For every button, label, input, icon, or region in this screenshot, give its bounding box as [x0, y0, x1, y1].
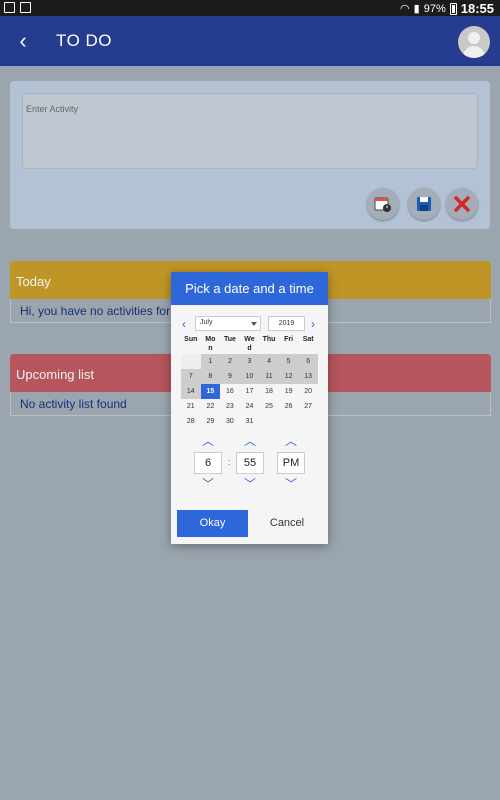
- calendar-empty-cell: [298, 414, 318, 429]
- calendar-day[interactable]: 7: [181, 369, 201, 384]
- app-bar: ‹ TO DO: [0, 16, 500, 66]
- activity-input-placeholder: Enter Activity: [26, 104, 79, 114]
- chevron-down-icon: [251, 322, 257, 326]
- minute-field[interactable]: 55: [236, 452, 264, 474]
- calendar-clock-icon: [374, 197, 391, 212]
- calendar-day[interactable]: 8: [200, 369, 221, 384]
- calendar-week-row: 14 15 16 17 18 19 20: [181, 384, 318, 399]
- calendar-day[interactable]: 21: [181, 399, 201, 414]
- calendar-day[interactable]: 25: [259, 399, 279, 414]
- calendar-week-row: 28 29 30 31: [181, 414, 318, 429]
- battery-icon: [449, 2, 457, 15]
- clock: 18:55: [460, 1, 494, 16]
- calendar-day[interactable]: 30: [220, 414, 240, 429]
- hour-down-icon[interactable]: ﹀: [194, 477, 222, 492]
- calendar-day[interactable]: 1: [200, 354, 221, 369]
- back-arrow-icon[interactable]: ‹: [12, 28, 34, 54]
- dialog-title: Pick a date and a time: [171, 272, 328, 305]
- calendar-day[interactable]: 26: [279, 399, 299, 414]
- month-select[interactable]: July: [195, 316, 261, 331]
- weekday-label: Fri: [284, 336, 294, 343]
- calendar-day[interactable]: 31: [240, 414, 260, 429]
- save-button[interactable]: [408, 188, 440, 220]
- calendar-day[interactable]: 16: [220, 384, 240, 399]
- calendar-day[interactable]: 28: [181, 414, 201, 429]
- next-month-icon[interactable]: ›: [311, 316, 315, 332]
- calendar-day[interactable]: 29: [201, 414, 221, 429]
- calendar-day[interactable]: 12: [278, 369, 299, 384]
- gallery-icon: [20, 2, 31, 13]
- status-bar: ◠ ▮ 97% 18:55: [0, 0, 500, 16]
- signal-icon: ▮: [413, 3, 420, 15]
- calendar-day[interactable]: 13: [298, 369, 318, 384]
- calendar-day[interactable]: 6: [298, 354, 318, 369]
- activity-input[interactable]: Enter Activity: [22, 93, 478, 169]
- date-time-dialog: Pick a date and a time ‹ July 2019 › Sun…: [171, 272, 328, 544]
- schedule-button[interactable]: [367, 188, 399, 220]
- calendar-day[interactable]: 11: [259, 369, 279, 384]
- calendar-day[interactable]: 20: [298, 384, 318, 399]
- calendar-week-row: 21 22 23 24 25 26 27: [181, 399, 318, 414]
- weekday-label: Mo n: [205, 336, 216, 352]
- calendar-day[interactable]: 22: [201, 399, 221, 414]
- prev-month-icon[interactable]: ‹: [182, 316, 186, 332]
- ampm-up-icon[interactable]: ︿: [277, 434, 305, 449]
- ampm-field[interactable]: PM: [277, 452, 305, 474]
- wifi-icon: ◠: [400, 3, 410, 15]
- calendar-day[interactable]: 4: [259, 354, 279, 369]
- calendar-day[interactable]: 14: [181, 384, 201, 399]
- close-icon: [454, 196, 470, 212]
- calendar-day[interactable]: 18: [259, 384, 279, 399]
- hour-column: ︿ 6 ﹀: [194, 434, 222, 492]
- weekday-label: Tue: [223, 336, 236, 343]
- weekday-label: We d: [244, 336, 255, 352]
- activity-entry-card: Enter Activity: [10, 81, 490, 229]
- ampm-column: ︿ PM ﹀: [277, 434, 305, 492]
- weekday-label: Sun: [184, 336, 198, 343]
- month-value: July: [200, 319, 213, 326]
- calendar-empty-cell: [279, 414, 299, 429]
- calendar-grid: Sun Mo n Tue We d Thu Fri Sat 1 2 3 4 5 6 7 8 9 10 11 12 13…: [181, 334, 318, 429]
- calendar-empty-cell: [181, 354, 201, 369]
- ampm-down-icon[interactable]: ﹀: [277, 477, 305, 492]
- calendar-day[interactable]: 2: [220, 354, 240, 369]
- calendar-week-row: 123456: [181, 354, 318, 369]
- cancel-entry-button[interactable]: [446, 188, 478, 220]
- notification-icon: [4, 2, 15, 13]
- hour-up-icon[interactable]: ︿: [194, 434, 222, 449]
- battery-percent: 97%: [423, 2, 446, 15]
- dialog-actions: Okay Cancel: [177, 510, 327, 538]
- cancel-button[interactable]: Cancel: [254, 510, 320, 537]
- calendar-empty-cell: [259, 414, 279, 429]
- page-title: TO DO: [56, 31, 113, 50]
- time-picker: ︿ 6 ﹀ : ︿ 55 ﹀ ︿ PM ﹀: [171, 434, 328, 494]
- weekday-header-row: Sun Mo n Tue We d Thu Fri Sat: [181, 334, 318, 354]
- calendar-day[interactable]: 5: [278, 354, 299, 369]
- okay-button[interactable]: Okay: [177, 510, 248, 537]
- calendar-day[interactable]: 17: [240, 384, 260, 399]
- calendar-day[interactable]: 24: [240, 399, 260, 414]
- hour-field[interactable]: 6: [194, 452, 222, 474]
- calendar-day[interactable]: 9: [220, 369, 240, 384]
- avatar[interactable]: [458, 26, 490, 58]
- minute-column: ︿ 55 ﹀: [236, 434, 264, 492]
- minute-up-icon[interactable]: ︿: [236, 434, 264, 449]
- minute-down-icon[interactable]: ﹀: [236, 477, 264, 492]
- calendar-day-selected[interactable]: 15: [200, 384, 221, 399]
- time-separator: :: [228, 457, 231, 467]
- calendar-week-row: 7 8 9 10 11 12 13: [181, 369, 318, 384]
- floppy-disk-icon: [417, 197, 431, 211]
- calendar-day[interactable]: 27: [298, 399, 318, 414]
- calendar-day[interactable]: 3: [239, 354, 260, 369]
- weekday-label: Sat: [302, 336, 314, 343]
- year-field[interactable]: 2019: [268, 316, 305, 331]
- calendar-nav: ‹ July 2019 ›: [171, 316, 328, 332]
- calendar-day[interactable]: 23: [220, 399, 240, 414]
- calendar-day[interactable]: 19: [279, 384, 299, 399]
- weekday-label: Thu: [262, 336, 276, 343]
- calendar-day[interactable]: 10: [239, 369, 260, 384]
